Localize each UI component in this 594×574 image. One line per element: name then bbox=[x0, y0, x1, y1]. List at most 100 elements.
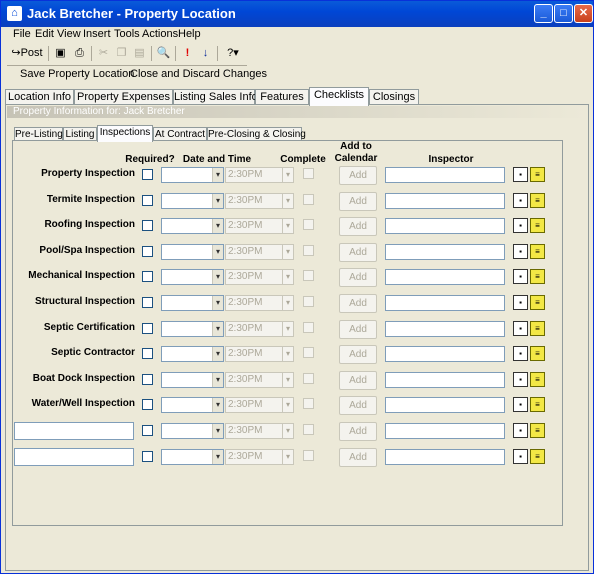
required-checkbox[interactable] bbox=[142, 169, 153, 180]
required-checkbox[interactable] bbox=[142, 322, 153, 334]
menu-file[interactable]: File bbox=[13, 28, 31, 40]
notes-button[interactable]: ≡ bbox=[530, 218, 545, 234]
notes-button[interactable]: ≡ bbox=[530, 346, 545, 362]
date-dropdown-icon[interactable]: ▾ bbox=[212, 347, 223, 362]
inspection-date-field[interactable]: ▾ bbox=[161, 346, 224, 363]
inspection-date-field[interactable]: ▾ bbox=[161, 167, 224, 183]
inspection-date-field[interactable]: ▾ bbox=[161, 295, 224, 311]
copy-button[interactable]: ❐ bbox=[112, 44, 131, 63]
print-preview-button[interactable]: 🔍 bbox=[154, 44, 173, 63]
menu-tools[interactable]: Tools bbox=[114, 28, 140, 40]
notes-button[interactable]: ≡ bbox=[530, 243, 545, 259]
inspector-field[interactable] bbox=[385, 397, 505, 414]
required-checkbox[interactable] bbox=[142, 297, 153, 308]
title-bar[interactable]: ⌂ Jack Bretcher - Property Location _ □ … bbox=[1, 1, 593, 27]
menu-edit[interactable]: Edit bbox=[35, 28, 54, 40]
contact-card-button[interactable]: ▪ bbox=[513, 371, 528, 387]
date-dropdown-icon[interactable]: ▾ bbox=[212, 398, 223, 413]
high-importance-button[interactable]: ! bbox=[178, 44, 197, 63]
cut-button[interactable]: ✂ bbox=[94, 44, 113, 63]
inspection-date-field[interactable]: ▾ bbox=[161, 448, 224, 465]
tab-listing-sales-info[interactable]: Listing Sales Info bbox=[173, 89, 258, 105]
subtab-pre-closing-closing[interactable]: Pre-Closing & Closing bbox=[207, 127, 306, 141]
contact-card-button[interactable]: ▪ bbox=[513, 423, 528, 438]
required-checkbox[interactable] bbox=[142, 194, 153, 206]
menu-help[interactable]: Help bbox=[178, 28, 201, 40]
date-dropdown-icon[interactable]: ▾ bbox=[212, 219, 223, 234]
contact-card-button[interactable]: ▪ bbox=[513, 346, 528, 362]
subtab-pre-listing[interactable]: Pre-Listing bbox=[14, 127, 63, 141]
notes-button[interactable]: ≡ bbox=[530, 269, 545, 285]
date-dropdown-icon[interactable]: ▾ bbox=[212, 168, 223, 182]
minimize-button[interactable]: _ bbox=[534, 4, 553, 23]
inspection-date-field[interactable]: ▾ bbox=[161, 243, 224, 260]
menu-actions[interactable]: Actions bbox=[142, 28, 178, 40]
contact-card-button[interactable]: ▪ bbox=[513, 448, 528, 464]
required-checkbox[interactable] bbox=[142, 399, 153, 411]
tab-features[interactable]: Features bbox=[255, 89, 309, 105]
notes-button[interactable]: ≡ bbox=[530, 397, 545, 413]
inspector-field[interactable] bbox=[385, 167, 505, 183]
subtab-at-contract[interactable]: At Contract bbox=[153, 127, 207, 141]
help-button[interactable]: ?▾ bbox=[220, 44, 246, 63]
notes-button[interactable]: ≡ bbox=[530, 295, 545, 310]
date-dropdown-icon[interactable]: ▾ bbox=[212, 193, 223, 208]
contact-card-button[interactable]: ▪ bbox=[513, 295, 528, 310]
contact-card-button[interactable]: ▪ bbox=[513, 192, 528, 208]
menu-view[interactable]: View bbox=[57, 28, 81, 40]
notes-button[interactable]: ≡ bbox=[530, 423, 545, 438]
post-button[interactable]: ↪Post bbox=[9, 44, 45, 63]
inspection-date-field[interactable]: ▾ bbox=[161, 269, 224, 286]
close-button[interactable]: ✕ bbox=[574, 4, 593, 23]
inspector-field[interactable] bbox=[385, 448, 505, 465]
print-button[interactable]: ⎙ bbox=[70, 44, 89, 63]
notes-button[interactable]: ≡ bbox=[530, 371, 545, 387]
required-checkbox[interactable] bbox=[142, 220, 153, 232]
date-dropdown-icon[interactable]: ▾ bbox=[212, 270, 223, 285]
required-checkbox[interactable] bbox=[142, 348, 153, 360]
date-dropdown-icon[interactable]: ▾ bbox=[212, 372, 223, 387]
close-discard-button[interactable]: Close and Discard Changes bbox=[130, 68, 267, 80]
required-checkbox[interactable] bbox=[142, 450, 153, 462]
inspector-field[interactable] bbox=[385, 295, 505, 311]
tab-location-info[interactable]: Location Info bbox=[5, 89, 74, 105]
date-dropdown-icon[interactable]: ▾ bbox=[212, 424, 223, 438]
inspector-field[interactable] bbox=[385, 320, 505, 337]
custom-inspection-input[interactable] bbox=[14, 422, 134, 440]
contact-card-button[interactable]: ▪ bbox=[513, 320, 528, 336]
inspector-field[interactable] bbox=[385, 192, 505, 209]
inspector-field[interactable] bbox=[385, 243, 505, 260]
tab-property-expenses[interactable]: Property Expenses bbox=[74, 89, 173, 105]
inspection-date-field[interactable]: ▾ bbox=[161, 192, 224, 209]
inspector-field[interactable] bbox=[385, 423, 505, 439]
inspector-field[interactable] bbox=[385, 218, 505, 235]
inspection-date-field[interactable]: ▾ bbox=[161, 423, 224, 439]
custom-inspection-input[interactable] bbox=[14, 447, 134, 466]
inspection-date-field[interactable]: ▾ bbox=[161, 320, 224, 337]
inspection-date-field[interactable]: ▾ bbox=[161, 218, 224, 235]
tab-checklists[interactable]: Checklists bbox=[309, 87, 369, 106]
paste-button[interactable]: ▤ bbox=[130, 44, 149, 63]
inspector-field[interactable] bbox=[385, 346, 505, 363]
notes-button[interactable]: ≡ bbox=[530, 192, 545, 208]
required-checkbox[interactable] bbox=[142, 425, 153, 436]
contact-card-button[interactable]: ▪ bbox=[513, 218, 528, 234]
contact-card-button[interactable]: ▪ bbox=[513, 269, 528, 285]
date-dropdown-icon[interactable]: ▾ bbox=[212, 321, 223, 336]
subtab-listing[interactable]: Listing bbox=[63, 127, 97, 141]
inspection-date-field[interactable]: ▾ bbox=[161, 397, 224, 414]
required-checkbox[interactable] bbox=[142, 245, 153, 257]
date-dropdown-icon[interactable]: ▾ bbox=[212, 449, 223, 464]
subtab-inspections[interactable]: Inspections bbox=[97, 125, 153, 142]
contact-card-button[interactable]: ▪ bbox=[513, 397, 528, 413]
inspector-field[interactable] bbox=[385, 371, 505, 388]
maximize-button[interactable]: □ bbox=[554, 4, 573, 23]
inspection-date-field[interactable]: ▾ bbox=[161, 371, 224, 388]
save-property-location-button[interactable]: Save Property Location bbox=[20, 68, 134, 80]
contact-card-button[interactable]: ▪ bbox=[513, 167, 528, 182]
low-importance-button[interactable]: ↓ bbox=[196, 44, 215, 63]
contact-card-button[interactable]: ▪ bbox=[513, 243, 528, 259]
date-dropdown-icon[interactable]: ▾ bbox=[212, 296, 223, 310]
required-checkbox[interactable] bbox=[142, 271, 153, 283]
notes-button[interactable]: ≡ bbox=[530, 448, 545, 464]
